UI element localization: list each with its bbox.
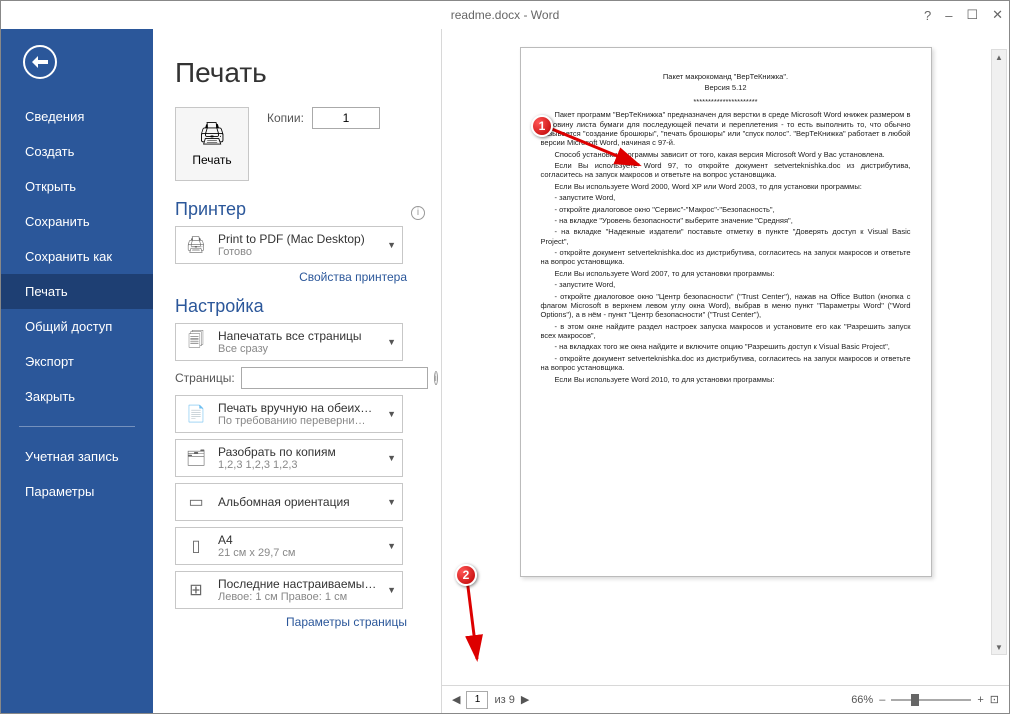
chevron-down-icon: ▼ (387, 409, 396, 419)
info-icon[interactable]: i (434, 371, 438, 385)
sidebar-item-new[interactable]: Создать (1, 134, 153, 169)
orientation-icon: ▭ (182, 488, 210, 516)
paper-size-selector[interactable]: ▯ A4 21 см x 29,7 см ▼ (175, 527, 403, 565)
paper-icon: ▯ (182, 532, 210, 560)
sidebar-item-save[interactable]: Сохранить (1, 204, 153, 239)
sidebar-item-options[interactable]: Параметры (1, 474, 153, 509)
combo-line1: Разобрать по копиям (218, 445, 379, 459)
sidebar-item-info[interactable]: Сведения (1, 99, 153, 134)
printer-status: Готово (218, 246, 379, 258)
scrollbar[interactable]: ▲ ▼ (991, 49, 1007, 655)
sidebar-item-export[interactable]: Экспорт (1, 344, 153, 379)
sidebar-item-close[interactable]: Закрыть (1, 379, 153, 414)
margins-icon: ⊞ (182, 576, 210, 604)
print-button-label: Печать (192, 153, 231, 167)
sidebar-item-saveas[interactable]: Сохранить как (1, 239, 153, 274)
zoom-slider[interactable] (891, 699, 971, 701)
fit-page-button[interactable]: ⊡ (990, 693, 999, 706)
printer-name: Print to PDF (Mac Desktop) (218, 232, 379, 246)
page-setup-link[interactable]: Параметры страницы (175, 615, 407, 629)
printer-icon: 🖨 (182, 231, 210, 259)
chevron-down-icon: ▼ (387, 453, 396, 463)
scroll-down-icon[interactable]: ▼ (992, 640, 1006, 654)
combo-line2: Все сразу (218, 343, 379, 355)
print-button[interactable]: 🖨 Печать (175, 107, 249, 181)
preview-pane: Пакет макрокоманд "ВерТеКнижка".Версия 5… (441, 29, 1009, 713)
duplex-selector[interactable]: 📄 Печать вручную на обеих… По требованию… (175, 395, 403, 433)
print-heading: Печать (175, 57, 425, 89)
orientation-selector[interactable]: ▭ Альбомная ориентация ▼ (175, 483, 403, 521)
callout-1: 1 (531, 115, 553, 137)
zoom-label: 66% (851, 694, 873, 706)
sidebar-item-share[interactable]: Общий доступ (1, 309, 153, 344)
sidebar-item-open[interactable]: Открыть (1, 169, 153, 204)
back-button[interactable] (23, 45, 57, 79)
titlebar: readme.docx - Word ? – ☐ ✕ (1, 1, 1009, 29)
margins-selector[interactable]: ⊞ Последние настраиваемые… Левое: 1 см П… (175, 571, 403, 609)
page-preview: Пакет макрокоманд "ВерТеКнижка".Версия 5… (520, 47, 932, 577)
chevron-down-icon: ▼ (387, 240, 396, 250)
chevron-down-icon: ▼ (387, 585, 396, 595)
sidebar-item-print[interactable]: Печать (1, 274, 153, 309)
next-page-button[interactable]: ▶ (521, 693, 529, 706)
collate-icon: 🗂 (182, 444, 210, 472)
copies-input[interactable] (312, 107, 380, 129)
close-button[interactable]: ✕ (992, 7, 1003, 23)
combo-line1: Последние настраиваемые… (218, 577, 379, 591)
printer-section-title: Принтер (175, 199, 246, 220)
printer-icon: 🖨 (198, 121, 226, 147)
window-title: readme.docx - Word (451, 8, 560, 22)
combo-line1: Альбомная ориентация (218, 495, 379, 509)
maximize-button[interactable]: ☐ (966, 7, 978, 23)
combo-line1: Печать вручную на обеих… (218, 401, 379, 415)
pages-input[interactable] (241, 367, 428, 389)
copies-label: Копии: (267, 111, 304, 125)
chevron-down-icon: ▼ (387, 497, 396, 507)
combo-line2: 1,2,3 1,2,3 1,2,3 (218, 459, 379, 471)
zoom-in-button[interactable]: + (977, 694, 983, 706)
chevron-down-icon: ▼ (387, 541, 396, 551)
manual-duplex-icon: 📄 (182, 400, 210, 428)
combo-line1: Напечатать все страницы (218, 329, 379, 343)
printer-properties-link[interactable]: Свойства принтера (175, 270, 407, 284)
zoom-out-button[interactable]: – (879, 694, 885, 706)
combo-line1: A4 (218, 533, 379, 547)
printer-selector[interactable]: 🖨 Print to PDF (Mac Desktop) Готово ▼ (175, 226, 403, 264)
scroll-up-icon[interactable]: ▲ (992, 50, 1006, 64)
settings-section-title: Настройка (175, 296, 425, 317)
sidebar-item-account[interactable]: Учетная запись (1, 439, 153, 474)
combo-line2: 21 см x 29,7 см (218, 547, 379, 559)
preview-canvas: Пакет макрокоманд "ВерТеКнижка".Версия 5… (442, 29, 1009, 685)
info-icon[interactable]: i (411, 206, 425, 220)
pages-label: Страницы: (175, 371, 235, 385)
page-of-label: из 9 (494, 694, 514, 706)
help-button[interactable]: ? (924, 8, 931, 23)
sidebar: Сведения Создать Открыть Сохранить Сохра… (1, 29, 153, 713)
window-buttons: ? – ☐ ✕ (924, 7, 1003, 23)
prev-page-button[interactable]: ◀ (452, 693, 460, 706)
combo-line2: По требованию переверни… (218, 415, 379, 427)
pages-icon: 🗐 (182, 328, 210, 356)
callout-2: 2 (455, 564, 477, 586)
minimize-button[interactable]: – (945, 8, 952, 23)
page-number-input[interactable] (466, 691, 488, 709)
preview-statusbar: ◀ из 9 ▶ 66% – + ⊡ (442, 685, 1009, 713)
print-range-selector[interactable]: 🗐 Напечатать все страницы Все сразу ▼ (175, 323, 403, 361)
combo-line2: Левое: 1 см Правое: 1 см (218, 591, 379, 603)
collate-selector[interactable]: 🗂 Разобрать по копиям 1,2,3 1,2,3 1,2,3 … (175, 439, 403, 477)
chevron-down-icon: ▼ (387, 337, 396, 347)
print-panel: Печать 🖨 Печать Копии: Принтер i 🖨 Print… (153, 29, 441, 713)
